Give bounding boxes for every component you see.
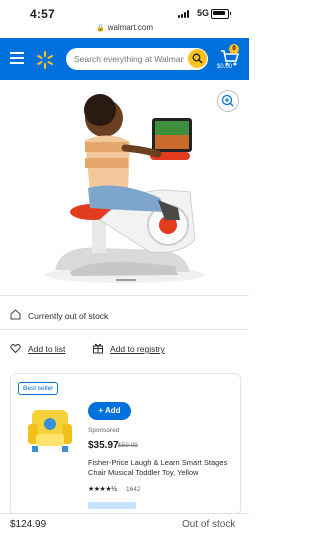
sponsored-label: Sponsored [88, 427, 120, 434]
battery-icon [211, 9, 231, 19]
network-label: 5G [197, 8, 210, 18]
search-placeholder: Search everything at Walmart online and … [74, 54, 184, 64]
footer-price: $124.99 [10, 519, 47, 530]
zoom-button[interactable] [217, 90, 239, 112]
divider [0, 295, 249, 296]
divider [0, 329, 249, 330]
image-carousel-indicator[interactable] [116, 279, 136, 281]
lock-icon: 🔒 [95, 25, 105, 32]
search-icon [192, 53, 203, 64]
gift-icon[interactable] [92, 342, 104, 354]
rating-count: 1642 [126, 486, 141, 493]
current-price: $35.97 [88, 440, 119, 451]
cart-count-badge: 0 [229, 44, 239, 54]
product-thumbnail[interactable] [24, 404, 76, 456]
add-to-cart-button[interactable]: + Add [88, 402, 131, 420]
zoom-in-icon [221, 94, 234, 107]
rating-stars-icon: ★★★★½ [88, 486, 117, 493]
add-to-registry-link[interactable]: Add to registry [110, 344, 165, 354]
best-seller-badge: Best seller [18, 382, 59, 395]
product-title-link[interactable]: Fisher-Price Laugh & Learn Smart Stages … [88, 458, 233, 478]
walmart-spark-logo-icon[interactable] [36, 51, 54, 69]
stock-status: Currently out of stock [28, 311, 109, 321]
was-price: $59.99 [118, 442, 138, 449]
menu-icon[interactable] [10, 52, 24, 64]
add-to-list-link[interactable]: Add to list [28, 344, 65, 354]
footer-availability: Out of stock [182, 519, 236, 530]
store-home-icon [10, 309, 21, 320]
fulfillment-tag [88, 502, 136, 509]
heart-icon[interactable] [10, 343, 21, 354]
signal-icon [178, 10, 192, 18]
cart-total: $0.00 [217, 64, 233, 70]
browser-url[interactable]: 🔒 walmart.com [0, 23, 249, 32]
product-image-gallery[interactable] [0, 80, 249, 292]
url-text: walmart.com [107, 23, 154, 32]
product-image [45, 94, 205, 283]
status-time: 4:57 [30, 7, 55, 21]
search-button[interactable] [188, 49, 207, 68]
